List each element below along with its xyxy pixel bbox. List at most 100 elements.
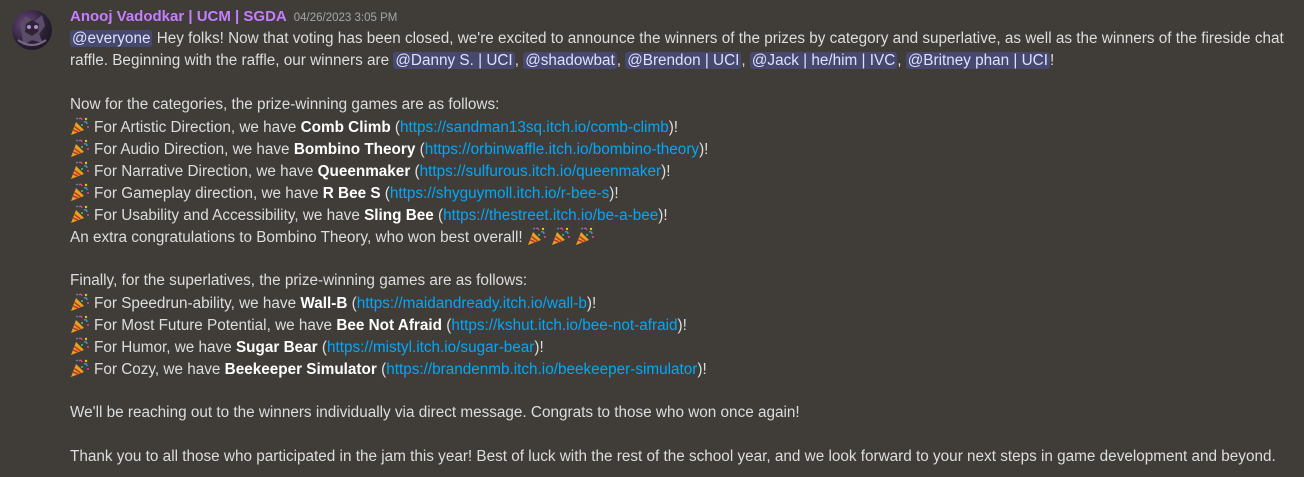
game-link[interactable]: https://maidandready.itch.io/wall-b: [357, 295, 587, 312]
game-link[interactable]: https://kshut.itch.io/bee-not-afraid: [451, 317, 677, 334]
game-link[interactable]: https://sandman13sq.itch.io/comb-climb: [400, 119, 669, 136]
party-popper-icon: [70, 160, 90, 180]
party-popper-icon: [70, 204, 90, 224]
punctuation: (: [433, 207, 444, 224]
award-prefix: For Cozy, we have: [94, 361, 225, 378]
superlative-award: For Most Future Potential, we have Bee N…: [70, 314, 1284, 336]
category-award: For Gameplay direction, we have R Bee S …: [70, 182, 1284, 204]
game-title: R Bee S: [322, 185, 381, 202]
closing-text: Thank you to all those who participated …: [70, 448, 1276, 465]
punctuation: (: [380, 185, 390, 202]
superlative-award: For Humor, we have Sugar Bear (https://m…: [70, 336, 1284, 358]
game-title: Sugar Bear: [235, 339, 318, 356]
punctuation: )!: [534, 339, 544, 356]
category-award: For Audio Direction, we have Bombino The…: [70, 138, 1284, 160]
game-title: Queenmaker: [317, 163, 411, 180]
message-content: @everyone Hey folks! Now that voting has…: [70, 28, 1284, 468]
separator: ,: [741, 52, 750, 69]
punctuation: )!: [677, 317, 687, 334]
intro-line-1: @everyone Hey folks! Now that voting has…: [70, 28, 1284, 50]
punctuation: )!: [699, 141, 709, 158]
party-popper-icon: [70, 182, 90, 202]
award-prefix: For Usability and Accessibility, we have: [94, 207, 365, 224]
message-timestamp: 04/26/2023 3:05 PM: [293, 12, 398, 24]
mention-user[interactable]: @shadowbat: [523, 52, 617, 69]
award-prefix: For Audio Direction, we have: [94, 141, 294, 158]
intro-text-1: Hey folks! Now that voting has been clos…: [152, 30, 1284, 47]
separator: ,: [514, 52, 524, 69]
game-link[interactable]: https://sulfurous.itch.io/queenmaker: [420, 163, 661, 180]
party-popper-icon: [70, 358, 90, 378]
superlatives-heading: Finally, for the superlatives, the prize…: [70, 272, 528, 289]
game-title: Bombino Theory: [293, 141, 416, 158]
game-link[interactable]: https://shyguymoll.itch.io/r-bee-s: [390, 185, 609, 202]
intro-line-2: raffle. Beginning with the raffle, our w…: [70, 50, 1284, 72]
mention-user[interactable]: @Jack | he/him | IVC: [749, 52, 898, 69]
category-award: For Usability and Accessibility, we have…: [70, 204, 1284, 226]
punctuation: (: [390, 119, 401, 136]
punctuation: (: [410, 163, 420, 180]
award-prefix: For Humor, we have: [94, 339, 236, 356]
categories-heading: Now for the categories, the prize-winnin…: [70, 96, 500, 113]
award-prefix: For Most Future Potential, we have: [94, 317, 337, 334]
categories-list: For Artistic Direction, we have Comb Cli…: [70, 116, 1284, 226]
game-title: Sling Bee: [364, 207, 434, 224]
party-popper-icon: [70, 314, 90, 334]
best-overall-line: An extra congratulations to Bombino Theo…: [70, 226, 1284, 248]
mention-user[interactable]: @Brendon | UCI: [625, 52, 742, 69]
punctuation: (: [347, 295, 357, 312]
game-title: Wall-B: [300, 295, 348, 312]
party-popper-icon: [70, 292, 90, 312]
message-header: Anooj Vadodkar | UCM | SGDA 04/26/2023 3…: [70, 8, 1284, 28]
game-link[interactable]: https://brandenmb.itch.io/beekeeper-simu…: [386, 361, 697, 378]
avatar-image: [17, 15, 47, 46]
award-prefix: For Artistic Direction, we have: [94, 119, 301, 136]
game-title: Beekeeper Simulator: [224, 361, 377, 378]
category-award: For Artistic Direction, we have Comb Cli…: [70, 116, 1284, 138]
party-popper-icon: [70, 138, 90, 158]
mention-everyone[interactable]: @everyone: [70, 30, 153, 47]
award-prefix: For Narrative Direction, we have: [94, 163, 318, 180]
punctuation: )!: [697, 361, 707, 378]
category-award: For Narrative Direction, we have Queenma…: [70, 160, 1284, 182]
punctuation: (: [376, 361, 387, 378]
avatar[interactable]: [12, 10, 52, 50]
punctuation: )!: [668, 119, 679, 136]
superlative-award: For Cozy, we have Beekeeper Simulator (h…: [70, 358, 1284, 380]
punctuation: !: [1049, 52, 1055, 69]
game-link[interactable]: https://orbinwaffle.itch.io/bombino-theo…: [425, 141, 699, 158]
party-popper-icon: [527, 226, 547, 246]
party-popper-icon: [551, 226, 571, 246]
punctuation: )!: [661, 163, 671, 180]
party-popper-icon: [70, 336, 90, 356]
best-overall-text: An extra congratulations to Bombino Theo…: [70, 229, 527, 246]
author-name[interactable]: Anooj Vadodkar | UCM | SGDA: [70, 8, 287, 25]
punctuation: )!: [586, 295, 597, 312]
superlatives-list: For Speedrun-ability, we have Wall-B (ht…: [70, 292, 1284, 380]
punctuation: (: [442, 317, 452, 334]
punctuation: (: [317, 339, 327, 356]
chat-message: Anooj Vadodkar | UCM | SGDA 04/26/2023 3…: [0, 0, 1304, 477]
separator: ,: [897, 52, 906, 69]
party-popper-icon: [70, 116, 90, 136]
separator: ,: [616, 52, 626, 69]
outreach-text: We'll be reaching out to the winners ind…: [70, 404, 800, 421]
award-prefix: For Speedrun-ability, we have: [94, 295, 301, 312]
superlative-award: For Speedrun-ability, we have Wall-B (ht…: [70, 292, 1284, 314]
intro-text-2: raffle. Beginning with the raffle, our w…: [70, 52, 394, 69]
game-title: Bee Not Afraid: [336, 317, 442, 334]
punctuation: )!: [658, 207, 668, 224]
punctuation: (: [415, 141, 425, 158]
punctuation: )!: [609, 185, 619, 202]
game-link[interactable]: https://thestreet.itch.io/be-a-bee: [443, 207, 658, 224]
game-link[interactable]: https://mistyl.itch.io/sugar-bear: [327, 339, 534, 356]
award-prefix: For Gameplay direction, we have: [94, 185, 323, 202]
mention-user[interactable]: @Britney phan | UCI: [905, 52, 1050, 69]
party-popper-icon: [575, 226, 595, 246]
mention-user[interactable]: @Danny S. | UCI: [393, 52, 515, 69]
game-title: Comb Climb: [300, 119, 391, 136]
